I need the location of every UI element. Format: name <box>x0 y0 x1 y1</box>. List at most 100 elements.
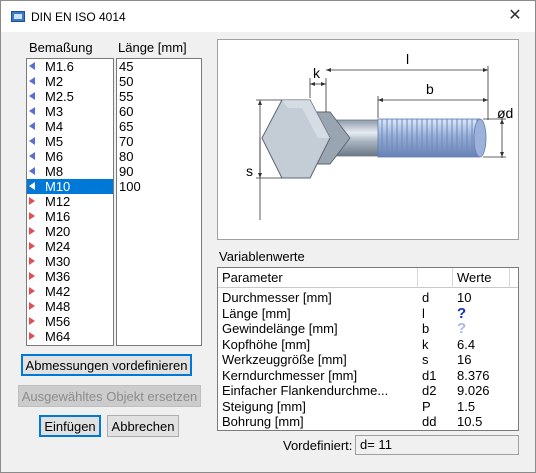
value-cell[interactable]: 10.5 <box>457 414 517 429</box>
table-row[interactable]: Kerndurchmesser [mm] d1 8.376 <box>218 368 518 383</box>
cancel-button[interactable]: Abbrechen <box>107 415 179 437</box>
parameter-cell: Gewindelänge [mm] <box>222 321 338 336</box>
parameter-cell: Steigung [mm] <box>222 398 306 414</box>
close-icon[interactable]: ✕ <box>503 5 527 27</box>
symbol-cell: d2 <box>422 383 437 398</box>
size-list-header: Bemaßung <box>29 40 93 55</box>
size-list-item[interactable]: M36 <box>27 269 113 284</box>
parameter-cell: Werkzeuggröße [mm] <box>222 352 347 367</box>
column-header-values[interactable]: Werte <box>453 268 510 288</box>
dim-s-label: s <box>246 163 253 179</box>
parameter-cell: Kopfhöhe [mm] <box>222 336 311 352</box>
size-list-item[interactable]: M24 <box>27 239 113 254</box>
arrow-left-icon <box>29 137 35 145</box>
size-list-item[interactable]: M56 <box>27 314 113 329</box>
dim-k-label: k <box>313 65 321 81</box>
table-row[interactable]: Einfacher Flankendurchme... d2 9.026 <box>218 383 518 398</box>
size-list-item-label: M5 <box>45 134 64 149</box>
symbol-cell: s <box>422 352 429 367</box>
size-list-item-label: M2 <box>45 74 64 89</box>
size-list-item[interactable]: M48 <box>27 299 113 314</box>
size-listbox[interactable]: M1.6 M2 M2.5 M3 M4 M5 M6 M8 M10 M12 M16 M20 M24 M30 M3… <box>26 58 114 346</box>
size-list-item[interactable]: M10 <box>27 179 113 194</box>
arrow-left-icon <box>29 152 35 160</box>
size-list-item[interactable]: M4 <box>27 119 113 134</box>
size-list-item[interactable]: M12 <box>27 194 113 209</box>
length-list-item[interactable]: 90 <box>117 164 201 179</box>
size-list-item[interactable]: M5 <box>27 134 113 149</box>
length-listbox[interactable]: 45 50 55 60 65 70 80 90 100 <box>116 58 202 346</box>
insert-button[interactable]: Einfügen <box>39 415 101 437</box>
size-list-item[interactable]: M64 <box>27 329 113 344</box>
predefined-value-field: d= 11 <box>355 435 519 455</box>
size-list-item[interactable]: M2.5 <box>27 89 113 104</box>
length-list-item[interactable]: 60 <box>117 104 201 119</box>
table-row[interactable]: Länge [mm] l? <box>218 306 518 321</box>
size-list-item-label: M42 <box>45 284 71 299</box>
dialog-window: DIN EN ISO 4014 ✕ Bemaßung Länge [mm] M1… <box>0 0 536 473</box>
dim-d-label: ød <box>497 105 513 121</box>
replace-selected-object-button[interactable]: Ausgewähltes Objekt ersetzen <box>18 385 201 407</box>
size-list-item-label: M56 <box>45 314 71 329</box>
arrow-left-icon <box>29 62 35 70</box>
arrow-left-icon <box>29 122 35 130</box>
value-cell[interactable]: ? <box>457 321 517 336</box>
size-list-item-label: M48 <box>45 299 71 314</box>
table-row[interactable]: Kopfhöhe [mm] k 6.4 <box>218 337 518 352</box>
table-row[interactable]: Steigung [mm] P 1.5 <box>218 399 518 414</box>
predefine-dimensions-button[interactable]: Abmessungen vordefinieren <box>21 354 192 376</box>
size-list-item-label: M4 <box>45 119 64 134</box>
dim-b-label: b <box>426 81 434 97</box>
table-row[interactable]: Durchmesser [mm] d 10 <box>218 290 518 305</box>
hex-bolt-illustration: k l b ød s <box>246 51 513 220</box>
size-list-item-label: M2.5 <box>45 89 74 104</box>
size-list-item[interactable]: M16 <box>27 209 113 224</box>
size-list-item[interactable]: M1.6 <box>27 59 113 74</box>
arrow-right-icon <box>29 212 35 220</box>
size-list-item-label: M12 <box>45 194 71 209</box>
column-header-symbol[interactable] <box>418 268 453 288</box>
table-row[interactable]: Gewindelänge [mm] b? <box>218 321 518 336</box>
value-cell[interactable]: 1.5 <box>457 399 517 414</box>
size-list-item-label: M16 <box>45 209 71 224</box>
size-list-item-label: M6 <box>45 149 64 164</box>
size-list-item[interactable]: M2 <box>27 74 113 89</box>
value-cell[interactable]: 16 <box>457 352 517 367</box>
size-list-item[interactable]: M30 <box>27 254 113 269</box>
symbol-cell: k <box>422 336 429 352</box>
size-list-item[interactable]: M20 <box>27 224 113 239</box>
length-list-item[interactable]: 55 <box>117 89 201 104</box>
size-list-item-label: M36 <box>45 269 71 284</box>
length-list-item[interactable]: 70 <box>117 134 201 149</box>
table-row[interactable]: Bohrung [mm] dd 10.5 <box>218 414 518 429</box>
size-list-item[interactable]: M8 <box>27 164 113 179</box>
variables-title: Variablenwerte <box>219 249 305 264</box>
size-list-item-label: M10 <box>45 179 71 194</box>
parameter-cell: Einfacher Flankendurchme... <box>222 383 389 398</box>
parameter-cell: Länge [mm] <box>222 305 291 321</box>
value-cell[interactable]: 10 <box>457 290 517 305</box>
length-list-item[interactable]: 80 <box>117 149 201 164</box>
symbol-cell: l <box>422 305 425 321</box>
size-list-item[interactable]: M6 <box>27 149 113 164</box>
length-list-item[interactable]: 50 <box>117 74 201 89</box>
length-list-item[interactable]: 65 <box>117 119 201 134</box>
value-cell[interactable]: 6.4 <box>457 337 517 352</box>
size-list-item[interactable]: M42 <box>27 284 113 299</box>
column-header-parameter[interactable]: Parameter <box>218 268 418 288</box>
parameter-cell: Bohrung [mm] <box>222 414 304 429</box>
length-list-header: Länge [mm] <box>118 40 187 55</box>
variables-table[interactable]: Parameter Werte Durchmesser [mm] d 10 Länge… <box>217 267 519 431</box>
table-row[interactable]: Werkzeuggröße [mm] s 16 <box>218 352 518 367</box>
length-list-item[interactable]: 45 <box>117 59 201 74</box>
value-cell[interactable]: ? <box>457 306 517 321</box>
size-list-item[interactable]: M3 <box>27 104 113 119</box>
arrow-right-icon <box>29 227 35 235</box>
value-cell[interactable]: 8.376 <box>457 368 517 383</box>
variables-table-header: Parameter Werte <box>218 268 518 288</box>
length-list-item[interactable]: 100 <box>117 179 201 194</box>
bolt-drawing: k l b ød s <box>217 39 519 240</box>
value-cell[interactable]: 9.026 <box>457 383 517 398</box>
dim-l-label: l <box>406 51 409 67</box>
symbol-cell: d1 <box>422 367 437 383</box>
